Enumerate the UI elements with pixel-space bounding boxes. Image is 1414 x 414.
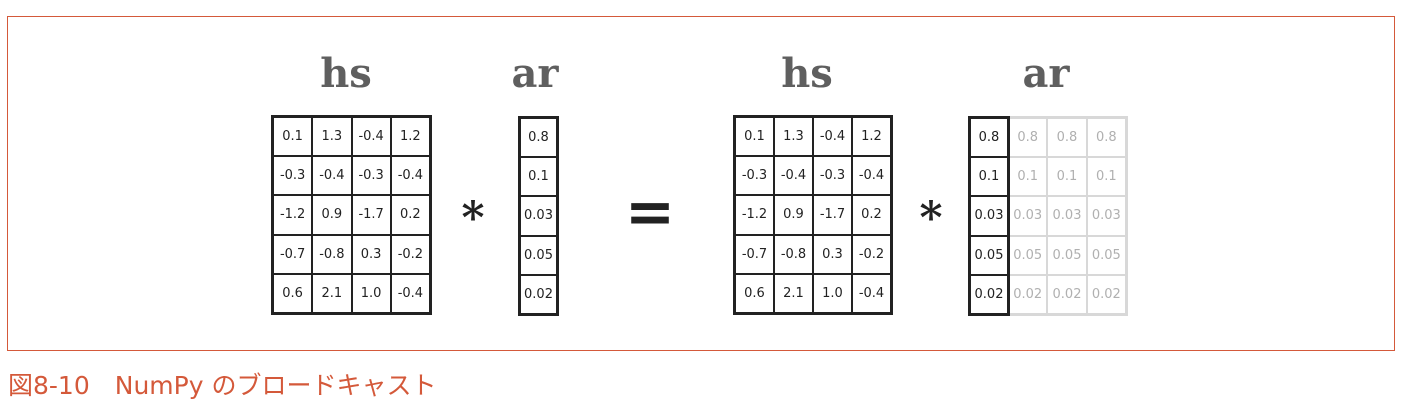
hs-cell: -0.2 (390, 234, 430, 274)
hs-cell: -0.3 (351, 156, 391, 196)
ar-broadcast-copies: 0.8 0.8 0.8 0.1 0.1 0.1 0.03 0.03 0.03 0.05 0.05 0.… (1008, 116, 1128, 316)
hs-label-left: hs (320, 50, 372, 97)
ar-label-right: ar (1022, 50, 1070, 97)
multiply-operator-right: * (919, 192, 943, 244)
hs-cell: -0.4 (813, 117, 852, 157)
hs-cell: -0.3 (813, 156, 852, 196)
hs-cell: -0.4 (312, 156, 352, 196)
ar-broadcast-cell: 0.1 (1047, 157, 1087, 197)
multiply-operator-left: * (461, 192, 485, 244)
hs-cell: 0.9 (774, 195, 813, 235)
ar-label-left: ar (511, 50, 559, 97)
hs-cell: -0.2 (852, 234, 891, 274)
hs-cell: -0.8 (774, 234, 813, 274)
ar-cell: 0.02 (970, 274, 1008, 314)
figure-frame (7, 16, 1395, 351)
hs-cell: 0.6 (735, 273, 774, 313)
ar-broadcast-cell: 0.8 (1047, 118, 1087, 158)
hs-cell: 0.2 (852, 195, 891, 235)
hs-cell: -0.3 (735, 156, 774, 196)
hs-matrix-right: 0.1 1.3 -0.4 1.2 -0.3 -0.4 -0.3 -0.4 -1.2 0.9 -1.7… (733, 115, 893, 315)
hs-cell: -0.4 (351, 117, 391, 157)
ar-broadcast-cell: 0.8 (1008, 118, 1048, 158)
hs-cell: -1.7 (351, 195, 391, 235)
ar-cell: 0.1 (520, 157, 557, 197)
hs-cell: -0.4 (390, 156, 430, 196)
ar-broadcast-cell: 0.03 (1047, 196, 1087, 236)
hs-cell: 0.1 (273, 117, 313, 157)
ar-broadcast-cell: 0.05 (1047, 235, 1087, 275)
hs-cell: -0.3 (273, 156, 313, 196)
hs-matrix-left: 0.1 1.3 -0.4 1.2 -0.3 -0.4 -0.3 -0.4 -1.2 0.9 -1.7… (271, 115, 432, 315)
hs-cell: 1.2 (390, 117, 430, 157)
hs-label-right: hs (781, 50, 833, 97)
ar-broadcast-cell: 0.1 (1086, 157, 1126, 197)
hs-cell: -1.7 (813, 195, 852, 235)
hs-cell: -0.7 (735, 234, 774, 274)
hs-cell: 0.2 (390, 195, 430, 235)
ar-cell: 0.02 (520, 274, 557, 314)
equals-sign: = (624, 177, 676, 247)
hs-cell: 0.6 (273, 273, 313, 313)
ar-broadcast-cell: 0.02 (1086, 274, 1126, 314)
hs-cell: -1.2 (735, 195, 774, 235)
ar-broadcast-cell: 0.03 (1086, 196, 1126, 236)
ar-broadcast-cell: 0.02 (1008, 274, 1048, 314)
hs-cell: 1.2 (852, 117, 891, 157)
ar-broadcast-cell: 0.8 (1086, 118, 1126, 158)
ar-broadcast-cell: 0.03 (1008, 196, 1048, 236)
ar-broadcast-cell: 0.05 (1086, 235, 1126, 275)
ar-broadcast-cell: 0.1 (1008, 157, 1048, 197)
ar-cell: 0.1 (970, 157, 1008, 197)
hs-cell: 1.0 (351, 273, 391, 313)
ar-cell: 0.05 (970, 235, 1008, 275)
hs-cell: 2.1 (774, 273, 813, 313)
hs-cell: -1.2 (273, 195, 313, 235)
hs-cell: 1.3 (312, 117, 352, 157)
hs-cell: -0.4 (852, 156, 891, 196)
ar-vector-left: 0.8 0.1 0.03 0.05 0.02 (518, 116, 559, 316)
hs-cell: -0.4 (390, 273, 430, 313)
figure-caption: 図8-10 NumPy のブロードキャスト (8, 371, 437, 400)
ar-cell: 0.8 (520, 118, 557, 158)
hs-cell: 1.3 (774, 117, 813, 157)
hs-cell: 0.1 (735, 117, 774, 157)
hs-cell: 0.3 (813, 234, 852, 274)
hs-cell: -0.8 (312, 234, 352, 274)
hs-cell: 2.1 (312, 273, 352, 313)
ar-broadcast-cell: 0.05 (1008, 235, 1048, 275)
hs-cell: 0.9 (312, 195, 352, 235)
hs-cell: -0.4 (852, 273, 891, 313)
ar-cell: 0.03 (520, 196, 557, 236)
ar-broadcast-cell: 0.02 (1047, 274, 1087, 314)
hs-cell: -0.7 (273, 234, 313, 274)
ar-cell: 0.03 (970, 196, 1008, 236)
hs-cell: 0.3 (351, 234, 391, 274)
hs-cell: -0.4 (774, 156, 813, 196)
ar-vector-right: 0.8 0.1 0.03 0.05 0.02 (968, 116, 1010, 316)
hs-cell: 1.0 (813, 273, 852, 313)
ar-cell: 0.05 (520, 235, 557, 275)
ar-cell: 0.8 (970, 118, 1008, 158)
